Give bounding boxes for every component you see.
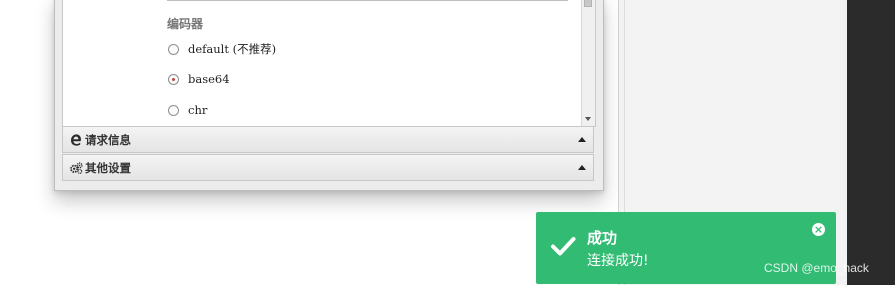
dark-side-strip bbox=[847, 0, 895, 285]
radio-label-chr: chr bbox=[188, 103, 208, 117]
toast-message: 连接成功! bbox=[587, 253, 649, 269]
accordion-other-settings-title: 其他设置 bbox=[85, 160, 131, 175]
accordion-request-info[interactable]: 请求信息 bbox=[62, 126, 594, 153]
close-circle-icon[interactable]: × bbox=[812, 223, 825, 236]
gears-icon bbox=[69, 161, 83, 175]
settings-dialog: 编码器 default (不推荐) base64 chr 请求信息 其他设置 bbox=[54, 0, 604, 191]
radio-default[interactable] bbox=[168, 43, 179, 55]
encoder-option-default[interactable]: default (不推荐) bbox=[168, 40, 276, 58]
encoder-option-chr[interactable]: chr bbox=[168, 101, 207, 119]
vertical-scrollbar[interactable] bbox=[581, 0, 595, 126]
radio-label-base64: base64 bbox=[188, 72, 230, 86]
edge-browser-icon bbox=[69, 133, 83, 147]
checkmark-icon bbox=[551, 237, 576, 256]
scrollbar-thumb[interactable] bbox=[584, 0, 592, 7]
encoder-section-label: 编码器 bbox=[167, 17, 204, 31]
field-underline bbox=[167, 0, 568, 1]
chevron-up-icon[interactable] bbox=[578, 165, 586, 170]
chevron-up-icon[interactable] bbox=[578, 137, 586, 142]
toast-title: 成功 bbox=[587, 229, 618, 247]
radio-label-default: default (不推荐) bbox=[188, 42, 277, 56]
scroll-down-arrow-icon[interactable] bbox=[585, 117, 591, 121]
radio-chr[interactable] bbox=[168, 104, 179, 116]
encoder-options-area: 编码器 default (不推荐) base64 chr bbox=[62, 0, 596, 127]
accordion-request-info-title: 请求信息 bbox=[85, 132, 131, 147]
radio-base64[interactable] bbox=[168, 73, 179, 85]
encoder-option-base64[interactable]: base64 bbox=[168, 70, 230, 88]
accordion-other-settings[interactable]: 其他设置 bbox=[62, 154, 594, 181]
watermark: CSDN @emo_hack bbox=[764, 261, 869, 275]
